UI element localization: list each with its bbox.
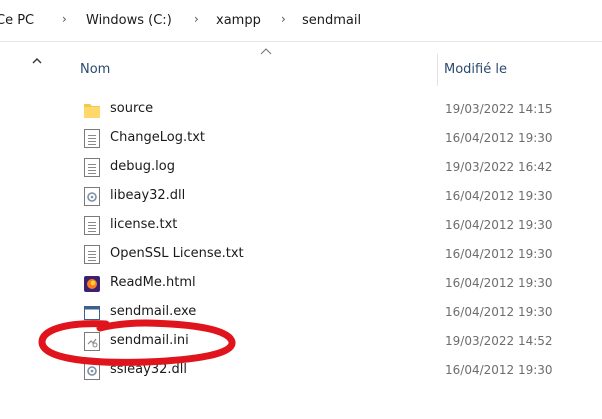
breadcrumb-separator[interactable]: › <box>281 12 286 26</box>
file-modified-date: 16/04/2012 19:30 <box>445 189 553 203</box>
file-modified-date: 16/04/2012 19:30 <box>445 218 553 232</box>
file-name: debug.log <box>110 159 175 174</box>
dll-file-icon <box>84 361 100 380</box>
file-name: libeay32.dll <box>110 188 186 203</box>
ini-file-icon <box>84 332 100 351</box>
address-bar-divider <box>0 41 602 42</box>
file-modified-date: 16/04/2012 19:30 <box>445 131 553 145</box>
file-row[interactable]: ReadMe.html 16/04/2012 19:30 <box>78 271 588 296</box>
sort-ascending-icon <box>260 48 272 55</box>
exe-file-icon <box>84 306 100 320</box>
breadcrumb-this-pc[interactable]: Ce PC <box>0 13 34 28</box>
file-modified-date: 19/03/2022 14:15 <box>445 102 553 116</box>
file-row[interactable]: ssleay32.dll 16/04/2012 19:30 <box>78 358 588 383</box>
file-row[interactable]: license.txt 16/04/2012 19:30 <box>78 213 588 238</box>
column-divider[interactable] <box>437 54 438 86</box>
dll-file-icon <box>84 187 100 206</box>
file-modified-date: 16/04/2012 19:30 <box>445 305 553 319</box>
address-bar[interactable]: Ce PC › Windows (C:) › xampp › sendmail <box>0 0 602 40</box>
breadcrumb-sendmail[interactable]: sendmail <box>302 13 361 28</box>
file-name: source <box>110 101 154 116</box>
file-row[interactable]: libeay32.dll 16/04/2012 19:30 <box>78 184 588 209</box>
file-modified-date: 16/04/2012 19:30 <box>445 276 553 290</box>
text-file-icon <box>84 129 100 148</box>
text-file-icon <box>84 158 100 177</box>
chevron-up-icon[interactable] <box>32 57 42 65</box>
breadcrumb-windows-c[interactable]: Windows (C:) <box>86 13 172 28</box>
text-file-icon <box>84 245 100 264</box>
folder-icon <box>84 104 100 118</box>
file-name: sendmail.exe <box>110 304 197 319</box>
breadcrumb-xampp[interactable]: xampp <box>216 13 261 28</box>
file-row[interactable]: OpenSSL License.txt 16/04/2012 19:30 <box>78 242 588 267</box>
file-row[interactable]: source 19/03/2022 14:15 <box>78 97 588 122</box>
file-row[interactable]: sendmail.exe 16/04/2012 19:30 <box>78 300 588 325</box>
file-name: ChangeLog.txt <box>110 130 206 145</box>
file-name: OpenSSL License.txt <box>110 246 244 261</box>
column-header-name[interactable]: Nom <box>80 62 110 77</box>
file-name: sendmail.ini <box>110 333 189 348</box>
breadcrumb-separator[interactable]: › <box>194 12 199 26</box>
file-modified-date: 16/04/2012 19:30 <box>445 247 553 261</box>
file-row[interactable]: sendmail.ini 19/03/2022 14:52 <box>78 329 588 354</box>
file-name: ssleay32.dll <box>110 362 187 377</box>
file-name: license.txt <box>110 217 178 232</box>
file-name: ReadMe.html <box>110 275 196 290</box>
file-row[interactable]: ChangeLog.txt 16/04/2012 19:30 <box>78 126 588 151</box>
file-modified-date: 16/04/2012 19:30 <box>445 363 553 377</box>
file-modified-date: 19/03/2022 16:42 <box>445 160 553 174</box>
breadcrumb-separator[interactable]: › <box>62 12 67 26</box>
text-file-icon <box>84 216 100 235</box>
column-header-modified[interactable]: Modifié le <box>444 62 507 77</box>
file-row[interactable]: debug.log 19/03/2022 16:42 <box>78 155 588 180</box>
file-modified-date: 19/03/2022 14:52 <box>445 334 553 348</box>
html-file-icon <box>84 276 100 292</box>
